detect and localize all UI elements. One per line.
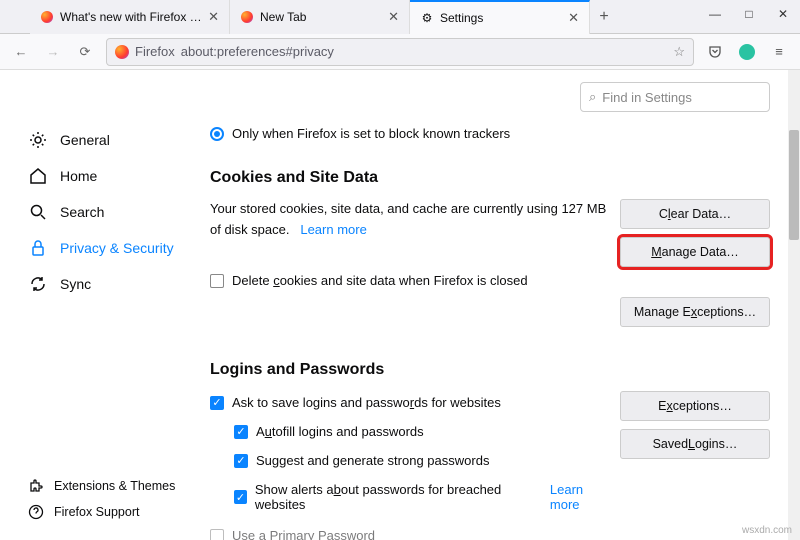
menu-icon[interactable]: ≡ [768, 44, 790, 59]
sidebar-item-privacy[interactable]: Privacy & Security [28, 238, 200, 258]
manage-exceptions-button[interactable]: Manage Exceptions… [620, 297, 770, 327]
checkbox-checked-icon: ✓ [234, 425, 248, 439]
cookies-heading: Cookies and Site Data [210, 169, 770, 187]
reload-button[interactable]: ⟳ [74, 41, 96, 63]
bookmark-star-icon[interactable]: ☆ [673, 44, 685, 60]
account-icon[interactable] [736, 44, 758, 60]
url-bar[interactable]: Firefox about:preferences#privacy ☆ [106, 38, 694, 66]
gear-icon [28, 130, 48, 150]
sidebar-footer-label: Firefox Support [54, 505, 139, 519]
scrollbar-thumb[interactable] [789, 130, 799, 240]
use-primary-password-checkbox[interactable]: Use a Primary Password [210, 528, 610, 540]
tab-newtab[interactable]: New Tab ✕ [230, 0, 410, 34]
tracker-radio-row[interactable]: Only when Firefox is set to block known … [210, 126, 770, 141]
tab-strip: What's new with Firefox - Mo… ✕ New Tab … [0, 0, 698, 34]
maximize-button[interactable]: □ [732, 0, 766, 28]
sidebar-item-home[interactable]: Home [28, 166, 200, 186]
new-tab-button[interactable]: + [590, 0, 618, 34]
watermark: wsxdn.com [742, 525, 792, 536]
sidebar-item-label: Search [60, 204, 104, 220]
cookies-learn-more-link[interactable]: Learn more [300, 222, 366, 237]
tab-label: Settings [440, 11, 562, 25]
lock-icon [28, 238, 48, 258]
tab-label: What's new with Firefox - Mo… [60, 10, 202, 24]
checkbox-checked-icon: ✓ [210, 396, 224, 410]
radio-selected-icon [210, 127, 224, 141]
cookies-description: Your stored cookies, site data, and cach… [210, 201, 606, 237]
checkbox-label: Use a Primary Password [232, 528, 375, 540]
close-button[interactable]: ✕ [766, 0, 800, 28]
manage-data-button[interactable]: Manage Data… [620, 237, 770, 267]
puzzle-icon [28, 478, 44, 494]
sidebar-item-search[interactable]: Search [28, 202, 200, 222]
titlebar: What's new with Firefox - Mo… ✕ New Tab … [0, 0, 800, 34]
close-icon[interactable]: ✕ [388, 9, 399, 25]
settings-main: Only when Firefox is set to block known … [200, 70, 800, 540]
sidebar-extensions-link[interactable]: Extensions & Themes [28, 478, 200, 494]
settings-sidebar: General Home Search Privacy & Security S… [0, 70, 200, 540]
close-icon[interactable]: ✕ [568, 10, 579, 26]
home-icon [28, 166, 48, 186]
suggest-passwords-checkbox[interactable]: ✓ Suggest and generate strong passwords [234, 453, 610, 468]
checkbox-label: Delete cookies and site data when Firefo… [232, 271, 528, 292]
firefox-icon [115, 45, 129, 59]
checkbox-checked-icon: ✓ [234, 490, 247, 504]
sidebar-item-label: General [60, 132, 110, 148]
autofill-checkbox[interactable]: ✓ Autofill logins and passwords [234, 424, 610, 439]
checkbox-unchecked-icon [210, 529, 224, 540]
sidebar-item-label: Privacy & Security [60, 240, 174, 256]
sync-icon [28, 274, 48, 294]
url-text: about:preferences#privacy [181, 44, 334, 59]
pocket-icon[interactable] [704, 44, 726, 60]
checkbox-label: Show alerts about passwords for breached… [255, 482, 527, 512]
sidebar-footer-label: Extensions & Themes [54, 479, 175, 493]
search-icon [28, 202, 48, 222]
sidebar-item-general[interactable]: General [28, 130, 200, 150]
clear-data-button[interactable]: Clear Data… [620, 199, 770, 229]
checkbox-label: Autofill logins and passwords [256, 424, 424, 439]
gear-icon: ⚙ [420, 11, 434, 25]
radio-label: Only when Firefox is set to block known … [232, 126, 510, 141]
saved-logins-button[interactable]: Saved Logins… [620, 429, 770, 459]
back-button[interactable]: ← [10, 41, 32, 63]
checkbox-label: Suggest and generate strong passwords [256, 453, 489, 468]
minimize-button[interactable]: — [698, 0, 732, 28]
firefox-icon [240, 10, 254, 24]
sidebar-support-link[interactable]: Firefox Support [28, 504, 200, 520]
firefox-icon [40, 10, 54, 24]
checkbox-unchecked-icon [210, 274, 224, 288]
scrollbar[interactable] [788, 70, 800, 540]
close-icon[interactable]: ✕ [208, 9, 219, 25]
tab-whatsnew[interactable]: What's new with Firefox - Mo… ✕ [30, 0, 230, 34]
logins-heading: Logins and Passwords [210, 361, 770, 379]
help-icon [28, 504, 44, 520]
forward-button[interactable]: → [42, 41, 64, 63]
tab-settings[interactable]: ⚙ Settings ✕ [410, 0, 590, 34]
content-area: ⌕ Find in Settings General Home Search P… [0, 70, 800, 540]
toolbar: ← → ⟳ Firefox about:preferences#privacy … [0, 34, 800, 70]
url-identity-label: Firefox [135, 44, 175, 59]
delete-cookies-checkbox[interactable]: Delete cookies and site data when Firefo… [210, 271, 610, 292]
tab-label: New Tab [260, 10, 382, 24]
logins-exceptions-button[interactable]: Exceptions… [620, 391, 770, 421]
breach-alerts-checkbox[interactable]: ✓ Show alerts about passwords for breach… [234, 482, 610, 512]
sidebar-item-label: Home [60, 168, 97, 184]
checkbox-label: Ask to save logins and passwords for web… [232, 395, 501, 410]
window-controls: — □ ✕ [698, 0, 800, 28]
logins-learn-more-link[interactable]: Learn more [550, 482, 610, 512]
sidebar-item-sync[interactable]: Sync [28, 274, 200, 294]
sidebar-item-label: Sync [60, 276, 91, 292]
checkbox-checked-icon: ✓ [234, 454, 248, 468]
ask-save-logins-checkbox[interactable]: ✓ Ask to save logins and passwords for w… [210, 395, 610, 410]
